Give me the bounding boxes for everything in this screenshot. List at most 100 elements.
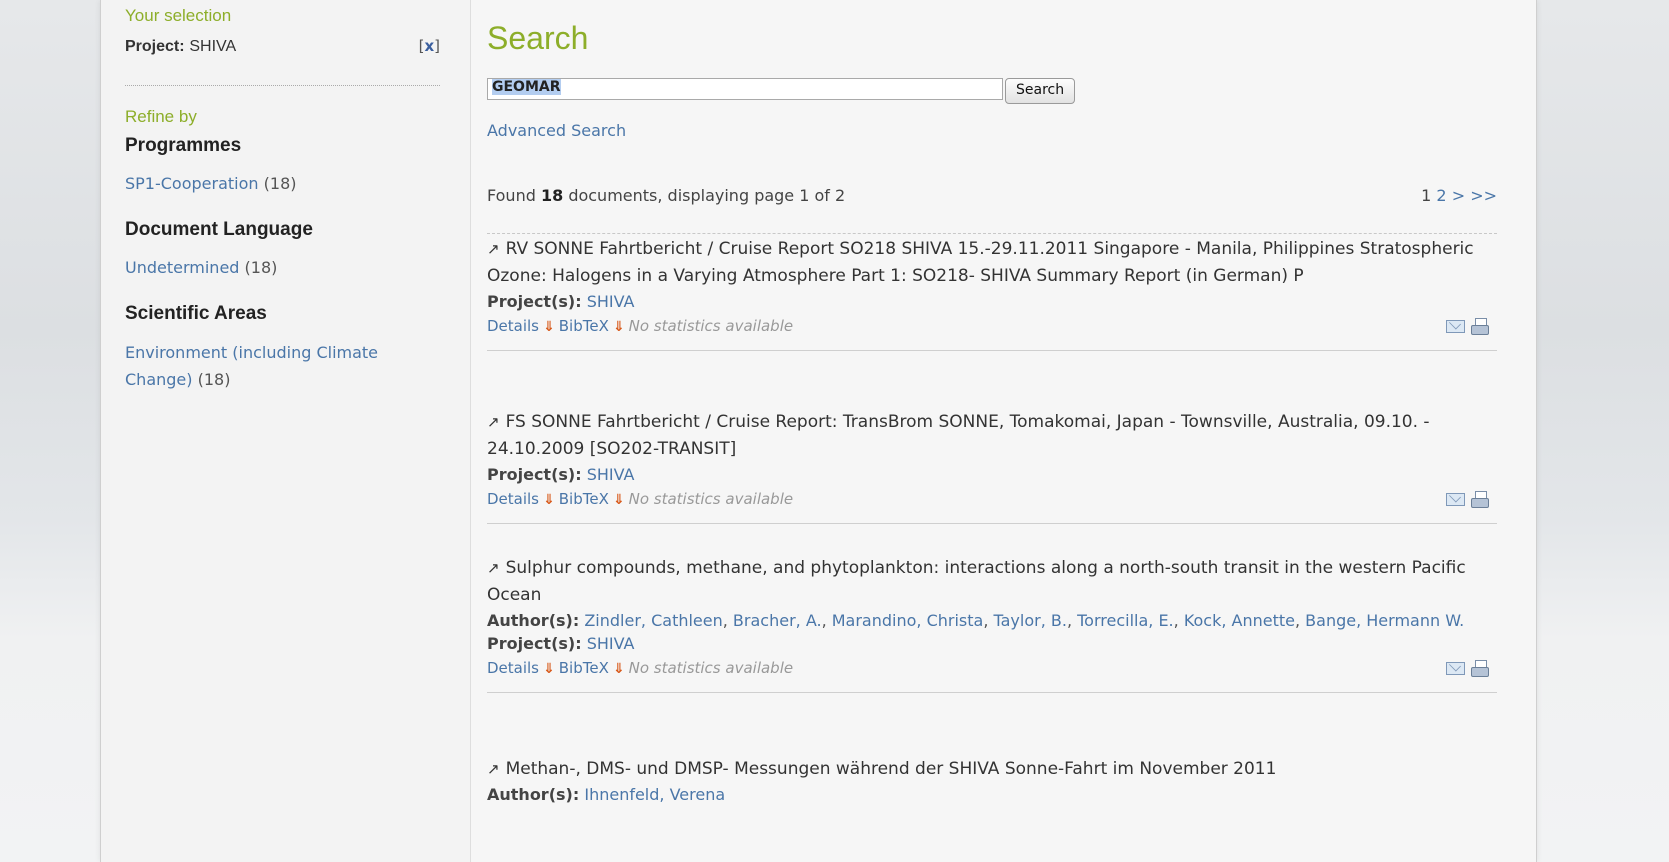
- result-item: ↗ RV SONNE Fahrtbericht / Cruise Report S…: [487, 236, 1497, 351]
- found-count: 18: [540, 186, 564, 205]
- facet-item-programmes: SP1-Cooperation (18): [125, 170, 425, 197]
- your-selection-label: Your selection: [125, 6, 232, 25]
- facet-item-document-language: Undetermined (18): [125, 254, 425, 281]
- result-icons: [1446, 315, 1489, 337]
- author-link[interactable]: Bracher, A.: [733, 611, 822, 630]
- statistics-note: No statistics available: [628, 659, 794, 677]
- project-link[interactable]: SHIVA: [587, 634, 635, 653]
- statistics-note: No statistics available: [628, 317, 794, 335]
- project-label: Project(s):: [487, 465, 582, 484]
- divider: [487, 523, 1497, 524]
- print-icon[interactable]: [1471, 491, 1489, 508]
- found-prefix: Found: [487, 186, 536, 205]
- external-link-icon[interactable]: ↗: [487, 760, 500, 778]
- result-project-row: Project(s): SHIVA: [487, 463, 1497, 486]
- external-link-icon[interactable]: ↗: [487, 240, 500, 258]
- authors-label: Author(s):: [487, 785, 580, 804]
- statistics-note: No statistics available: [628, 490, 794, 508]
- result-actions-row: Details ⇓ BibTeX ⇓ No statistics available: [487, 315, 1497, 338]
- search-button[interactable]: Search: [1005, 78, 1076, 104]
- author-link[interactable]: Ihnenfeld, Verena: [584, 785, 725, 804]
- details-link[interactable]: Details: [487, 659, 539, 677]
- result-title-row: ↗ Methan-, DMS- und DMSP- Messungen währe…: [487, 756, 1497, 783]
- facet-heading-scientific-areas: Scientific Areas: [125, 303, 267, 324]
- result-title[interactable]: RV SONNE Fahrtbericht / Cruise Report SO…: [487, 239, 1474, 286]
- result-title[interactable]: Sulphur compounds, methane, and phytopla…: [487, 558, 1466, 605]
- divider: [487, 233, 1497, 234]
- details-link[interactable]: Details: [487, 317, 539, 335]
- mail-icon[interactable]: [1446, 493, 1465, 506]
- search-input[interactable]: GEOMAR: [487, 78, 1003, 100]
- author-link[interactable]: Zindler, Cathleen: [584, 611, 722, 630]
- page-title: Search: [487, 20, 589, 56]
- result-project-row: Project(s): SHIVA: [487, 290, 1497, 313]
- pager-next[interactable]: >: [1452, 186, 1465, 205]
- project-link[interactable]: SHIVA: [587, 465, 635, 484]
- facet-link-environment[interactable]: Environment (including Climate Change): [125, 343, 378, 389]
- pager-current-page: 1: [1421, 186, 1432, 205]
- print-icon[interactable]: [1471, 318, 1489, 335]
- results-summary: Found 18 documents, displaying page 1 of…: [487, 186, 845, 205]
- mail-icon[interactable]: [1446, 320, 1465, 333]
- facet-count: (18): [244, 258, 278, 277]
- selection-row: Project: SHIVA [x]: [125, 37, 440, 56]
- bibtex-link[interactable]: BibTeX: [559, 317, 609, 335]
- download-arrow-icon[interactable]: ⇓: [543, 319, 555, 335]
- author-link[interactable]: Marandino, Christa: [832, 611, 984, 630]
- result-actions-row: Details ⇓ BibTeX ⇓ No statistics available: [487, 488, 1497, 511]
- author-link[interactable]: Bange, Hermann W.: [1305, 611, 1464, 630]
- divider: [487, 692, 1497, 693]
- download-arrow-icon[interactable]: ⇓: [543, 661, 555, 677]
- result-item: ↗ Methan-, DMS- und DMSP- Messungen währe…: [487, 756, 1497, 806]
- download-arrow-icon[interactable]: ⇓: [613, 661, 625, 677]
- project-link[interactable]: SHIVA: [587, 292, 635, 311]
- result-icons: [1446, 657, 1489, 679]
- divider: [125, 85, 440, 86]
- remove-selection-button[interactable]: [x]: [419, 37, 440, 55]
- pager-last[interactable]: >>: [1470, 186, 1497, 205]
- download-arrow-icon[interactable]: ⇓: [543, 492, 555, 508]
- close-icon[interactable]: x: [424, 37, 434, 55]
- search-input-value[interactable]: GEOMAR: [492, 79, 561, 95]
- facet-item-scientific-areas: Environment (including Climate Change) (…: [125, 339, 425, 393]
- external-link-icon[interactable]: ↗: [487, 559, 500, 577]
- pager-page-2[interactable]: 2: [1436, 186, 1446, 205]
- authors-label: Author(s):: [487, 611, 580, 630]
- mail-icon[interactable]: [1446, 662, 1465, 675]
- print-icon[interactable]: [1471, 660, 1489, 677]
- result-authors-row: Author(s): Ihnenfeld, Verena: [487, 783, 1497, 806]
- result-title[interactable]: FS SONNE Fahrtbericht / Cruise Report: T…: [487, 412, 1430, 459]
- facet-heading-document-language: Document Language: [125, 219, 313, 240]
- download-arrow-icon[interactable]: ⇓: [613, 492, 625, 508]
- author-link[interactable]: Torrecilla, E.: [1077, 611, 1174, 630]
- result-item: ↗ Sulphur compounds, methane, and phytopl…: [487, 555, 1497, 693]
- found-suffix: documents, displaying page 1 of 2: [568, 186, 846, 205]
- result-title-row: ↗ Sulphur compounds, methane, and phytopl…: [487, 555, 1497, 609]
- project-label: Project(s):: [487, 634, 582, 653]
- facet-link-sp1-cooperation[interactable]: SP1-Cooperation: [125, 174, 259, 193]
- result-project-row: Project(s): SHIVA: [487, 632, 1497, 655]
- result-icons: [1446, 488, 1489, 510]
- divider: [487, 350, 1497, 351]
- selection-key: Project:: [125, 38, 185, 55]
- result-title-row: ↗ FS SONNE Fahrtbericht / Cruise Report: …: [487, 409, 1497, 463]
- download-arrow-icon[interactable]: ⇓: [613, 319, 625, 335]
- author-link[interactable]: Taylor, B.: [994, 611, 1067, 630]
- result-title[interactable]: Methan-, DMS- und DMSP- Messungen währen…: [506, 759, 1277, 779]
- details-link[interactable]: Details: [487, 490, 539, 508]
- pagination: 1 2 > >>: [1421, 186, 1497, 205]
- author-link[interactable]: Kock, Annette: [1184, 611, 1295, 630]
- facet-link-undetermined[interactable]: Undetermined: [125, 258, 239, 277]
- remove-bracket-close: ]: [434, 37, 440, 55]
- result-authors-row: Author(s): Zindler, Cathleen, Bracher, A…: [487, 611, 1465, 630]
- bibtex-link[interactable]: BibTeX: [559, 490, 609, 508]
- facet-count: (18): [197, 370, 231, 389]
- result-title-row: ↗ RV SONNE Fahrtbericht / Cruise Report S…: [487, 236, 1497, 290]
- external-link-icon[interactable]: ↗: [487, 413, 500, 431]
- advanced-search-link[interactable]: Advanced Search: [487, 121, 626, 140]
- selection-value: SHIVA: [189, 38, 237, 55]
- page-container: Your selection Project: SHIVA [x] Refine…: [100, 0, 1537, 862]
- project-label: Project(s):: [487, 292, 582, 311]
- result-actions-row: Details ⇓ BibTeX ⇓ No statistics available: [487, 657, 1497, 680]
- bibtex-link[interactable]: BibTeX: [559, 659, 609, 677]
